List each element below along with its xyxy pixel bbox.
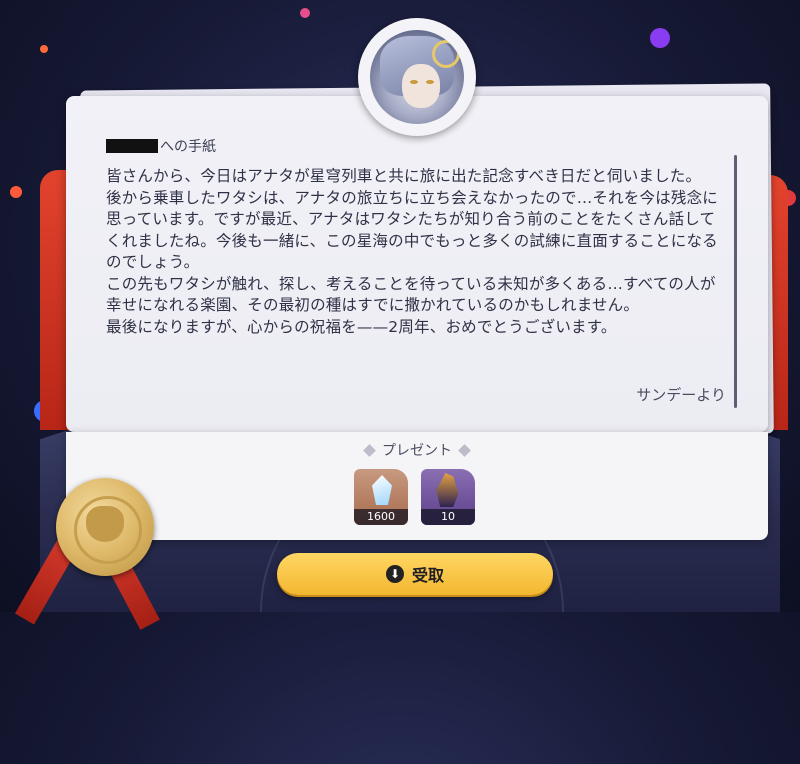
stellar-jade-icon [372, 475, 392, 505]
letter-body: 皆さんから、今日はアナタが星穹列車と共に旅に出た記念すべき日だと伺いました。 後… [106, 167, 718, 336]
wax-seal [56, 478, 154, 576]
claim-button-label: 受取 [411, 566, 444, 585]
character-avatar-icon [436, 473, 459, 507]
avatar-face [402, 64, 440, 108]
gift-panel: プレゼント 1600 10 [66, 432, 768, 540]
gift-title-label: プレゼント [382, 443, 452, 459]
redacted-name [106, 139, 158, 153]
diamond-icon [458, 443, 471, 457]
bokeh-light [40, 45, 48, 53]
download-icon: ⬇ [385, 565, 404, 583]
bokeh-light [10, 186, 22, 198]
letter-greeting: への手紙 [106, 136, 216, 156]
halo-icon [432, 40, 460, 68]
claim-button[interactable]: ⬇ 受取 [277, 553, 553, 595]
avatar-eye [426, 80, 434, 84]
avatar-eye [410, 80, 418, 84]
bokeh-light [300, 8, 310, 18]
gift-item-character[interactable]: 10 [421, 469, 475, 525]
greeting-suffix: への手紙 [160, 139, 216, 155]
diamond-icon [363, 443, 376, 457]
avatar [370, 30, 464, 124]
gift-title: プレゼント [66, 440, 768, 460]
letter-card: への手紙 皆さんから、今日はアナタが星穹列車と共に旅に出た記念すべき日だと伺いま… [66, 96, 768, 432]
letter-scrollbar[interactable] [734, 155, 737, 408]
gift-item-count: 10 [421, 509, 475, 525]
bokeh-light [650, 28, 670, 48]
gift-item-count: 1600 [354, 509, 408, 525]
letter-signature: サンデーより [636, 386, 726, 404]
gift-item-stellar-jade[interactable]: 1600 [354, 469, 408, 525]
seal-emblem-icon [86, 506, 124, 542]
